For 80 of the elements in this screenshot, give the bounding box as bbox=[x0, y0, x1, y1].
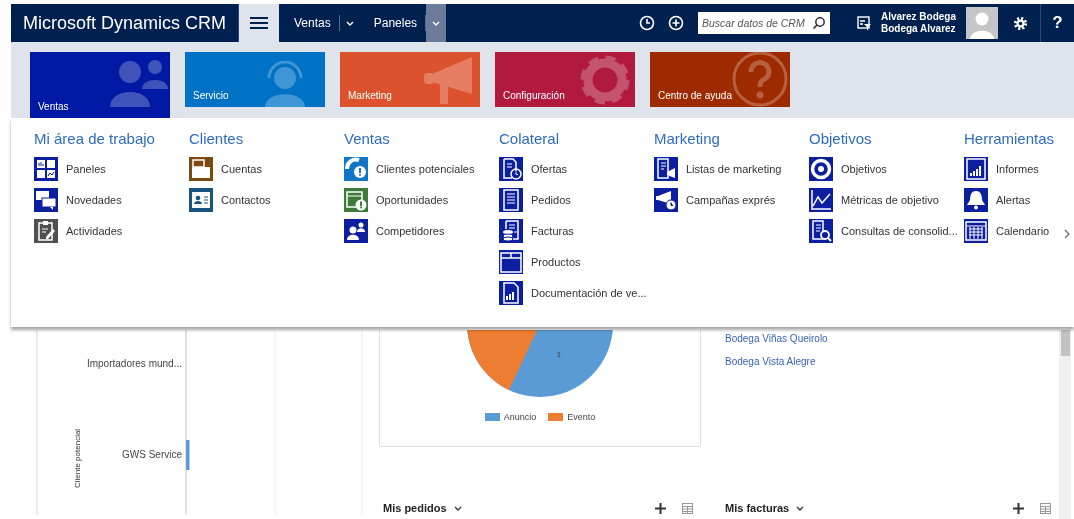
area-tile[interactable]: Servicio bbox=[185, 52, 325, 107]
bar bbox=[186, 440, 190, 470]
category-label: Importadores mund... bbox=[86, 358, 182, 369]
plus-icon bbox=[1013, 502, 1024, 514]
gear-icon bbox=[580, 55, 630, 105]
legend-label: Evento bbox=[567, 412, 596, 422]
menu-link[interactable]: Objetivos bbox=[809, 157, 964, 181]
legend-label: Anuncio bbox=[503, 412, 537, 422]
group-heading: Mi área de trabajo bbox=[34, 130, 156, 148]
nav-link[interactable]: Paneles bbox=[373, 16, 418, 30]
area-tile[interactable]: Centro de ayuda bbox=[650, 52, 790, 107]
menu-link[interactable]: Clientes potenciales bbox=[344, 157, 499, 181]
menu-link[interactable]: Paneles bbox=[34, 157, 189, 181]
group-heading: Herramientas bbox=[964, 130, 1056, 148]
list-title-button[interactable]: Mis facturas bbox=[725, 502, 805, 514]
grid-icon bbox=[1040, 502, 1051, 514]
record-link[interactable]: Bodega Viñas Queirolo bbox=[725, 333, 1055, 344]
search-icon bbox=[811, 16, 826, 30]
plus-icon bbox=[655, 502, 666, 514]
chevron-down-icon bbox=[432, 20, 441, 26]
menu-link[interactable]: Actividades bbox=[34, 219, 189, 243]
menu-button[interactable] bbox=[239, 4, 280, 42]
headset-person-icon bbox=[265, 61, 305, 107]
help-button[interactable]: ? bbox=[1041, 13, 1074, 33]
category-label: GWS Service bbox=[122, 449, 182, 460]
menu-link[interactable]: Informes bbox=[964, 157, 1064, 181]
menu-link[interactable]: Productos bbox=[499, 250, 654, 274]
group-heading: Objetivos bbox=[809, 130, 873, 148]
organization-name: Bodega Alvarez bbox=[880, 23, 956, 35]
menu-link[interactable]: Facturas bbox=[499, 219, 654, 243]
menu-link[interactable]: Documentación de ve... bbox=[499, 281, 654, 305]
filter-icon bbox=[856, 16, 871, 30]
chevron-down-icon bbox=[345, 20, 354, 26]
dropdown-button[interactable] bbox=[426, 4, 447, 42]
create-button[interactable] bbox=[667, 15, 684, 31]
menu-link[interactable]: Campañas exprés bbox=[654, 188, 809, 212]
menu-link[interactable]: Ofertas bbox=[499, 157, 654, 181]
menu-link[interactable]: Pedidos bbox=[499, 188, 654, 212]
gear-icon bbox=[1013, 15, 1028, 31]
menu-link[interactable]: Alertas bbox=[964, 188, 1064, 212]
megaphone-icon bbox=[424, 57, 472, 104]
menu-link[interactable]: Consultas de consolid... bbox=[809, 219, 964, 243]
add-button[interactable] bbox=[1013, 502, 1024, 514]
grid-view-button[interactable] bbox=[682, 502, 693, 514]
nav-link[interactable]: Ventas bbox=[294, 16, 331, 30]
group-heading: Colateral bbox=[499, 130, 561, 148]
add-button[interactable] bbox=[655, 502, 666, 514]
menu-link[interactable]: Cuentas bbox=[189, 157, 344, 181]
scroll-right-button[interactable] bbox=[1064, 227, 1070, 241]
menu-icon bbox=[250, 16, 269, 30]
chevron-down-icon bbox=[453, 505, 462, 511]
grid-icon bbox=[682, 502, 693, 514]
menu-link[interactable]: Métricas de objetivo bbox=[809, 188, 964, 212]
menu-link[interactable]: Oportunidades bbox=[344, 188, 499, 212]
axis-title: Cliente potencial bbox=[73, 428, 82, 488]
area-tile[interactable]: Configuración bbox=[495, 52, 635, 107]
group-heading: Marketing bbox=[654, 130, 721, 148]
menu-link[interactable]: Listas de marketing bbox=[654, 157, 809, 181]
clock-icon bbox=[638, 15, 655, 31]
filter-button[interactable] bbox=[856, 16, 871, 30]
chevron-right-icon bbox=[1064, 229, 1070, 239]
menu-link[interactable]: Novedades bbox=[34, 188, 189, 212]
group-heading: Clientes bbox=[189, 130, 245, 148]
list-title-button[interactable]: Mis pedidos bbox=[383, 502, 462, 514]
group-heading: Ventas bbox=[344, 130, 391, 148]
settings-button[interactable] bbox=[1013, 15, 1028, 31]
chevron-down-icon bbox=[796, 505, 805, 511]
recent-button[interactable] bbox=[638, 15, 655, 31]
menu-link[interactable]: Competidores bbox=[344, 219, 499, 243]
plus-circle-icon bbox=[667, 15, 684, 31]
area-tile[interactable]: Marketing bbox=[340, 52, 480, 107]
scroll-thumb[interactable] bbox=[1061, 330, 1070, 356]
scrollbar[interactable] bbox=[1059, 330, 1071, 519]
grid-view-button[interactable] bbox=[1040, 502, 1051, 514]
menu-link[interactable]: Calendario bbox=[964, 219, 1064, 243]
user-name: Alvarez Bodega bbox=[880, 11, 956, 23]
record-link[interactable]: Bodega Vista Alegre bbox=[725, 356, 1055, 367]
search-field[interactable]: Buscar datos de CRM bbox=[697, 12, 830, 34]
area-tile[interactable]: Ventas bbox=[30, 52, 170, 118]
menu-link[interactable]: Contactos bbox=[189, 188, 344, 212]
